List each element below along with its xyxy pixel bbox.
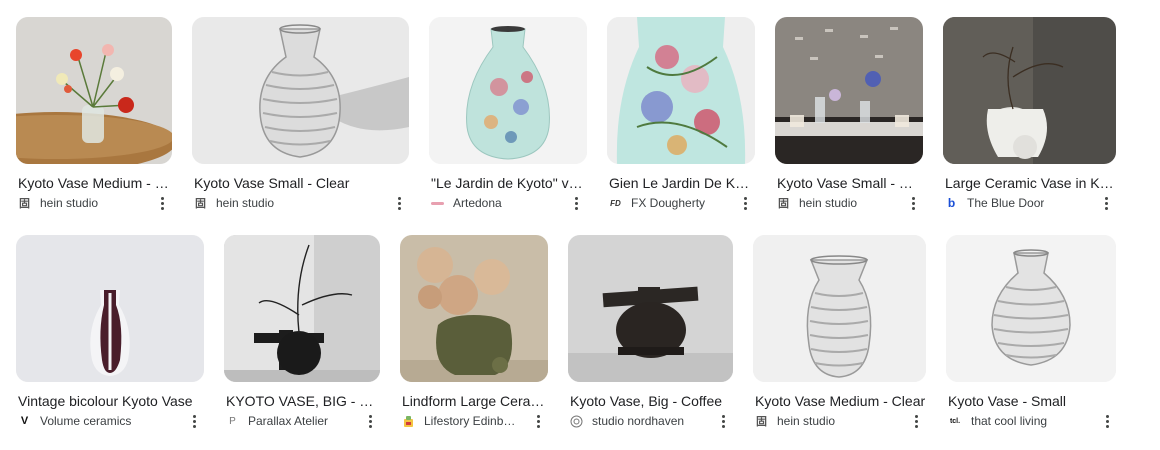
result-title[interactable]: Lindform Large Ceramic Kyoto Vase — [402, 392, 548, 410]
result-image-11[interactable] — [753, 235, 926, 382]
result-source-row: 固 hein studio — [18, 195, 158, 211]
more-options-button[interactable] — [391, 195, 407, 211]
more-options-button[interactable] — [908, 413, 924, 429]
result-title[interactable]: KYOTO VASE, BIG - Black — [226, 392, 380, 410]
result-source-row: 固 hein studio — [777, 195, 907, 211]
result-image-2[interactable] — [192, 17, 409, 164]
result-source[interactable]: The Blue Door — [967, 196, 1044, 210]
result-source-row: Artedona — [431, 195, 571, 211]
result-image-7[interactable] — [16, 235, 204, 382]
hein-studio-icon: 固 — [19, 198, 30, 210]
result-source-row: tcl. that cool living — [948, 413, 1098, 429]
result-source-row: FD FX Dougherty — [609, 195, 739, 211]
result-title[interactable]: Kyoto Vase, Big - Coffee — [570, 392, 733, 410]
lifestory-icon — [402, 415, 415, 428]
blue-door-icon: b — [947, 196, 956, 210]
small-glass-vase-image — [946, 235, 1116, 382]
glass-vase-image — [192, 17, 409, 164]
artedona-icon — [431, 197, 444, 210]
result-source-row: 固 hein studio — [755, 413, 905, 429]
black-vase-image — [224, 235, 380, 382]
result-title[interactable]: Kyoto Vase Small - Clear — [777, 174, 923, 192]
that-cool-living-icon: tcl. — [949, 417, 961, 425]
result-title[interactable]: Gien Le Jardin De Kyoto Vase — [609, 174, 755, 192]
parallax-atelier-icon: P — [229, 415, 236, 427]
more-options-button[interactable] — [568, 195, 584, 211]
studio-nordhaven-icon — [570, 415, 583, 428]
hein-studio-icon: 固 — [756, 416, 767, 428]
result-image-8[interactable] — [224, 235, 380, 382]
result-title[interactable]: Kyoto Vase Medium - Clear — [18, 174, 172, 192]
result-image-9[interactable] — [400, 235, 548, 382]
more-options-button[interactable] — [186, 413, 202, 429]
result-source[interactable]: that cool living — [971, 414, 1047, 428]
result-title[interactable]: "Le Jardin de Kyoto" vase — [431, 174, 587, 192]
coffee-vase-image — [568, 235, 733, 382]
more-options-button[interactable] — [154, 195, 170, 211]
result-image-4[interactable] — [607, 17, 755, 164]
hein-studio-icon: 固 — [195, 198, 206, 210]
tall-glass-vase-image — [753, 235, 926, 382]
result-source[interactable]: Parallax Atelier — [248, 414, 328, 428]
result-source-row: Lifestory Edinburgh — [402, 413, 522, 429]
more-options-button[interactable] — [715, 413, 731, 429]
result-source[interactable]: hein studio — [40, 196, 98, 210]
result-source[interactable]: FX Dougherty — [631, 196, 705, 210]
poppies-vase-image — [16, 17, 172, 164]
fx-dougherty-icon: FD — [610, 198, 621, 208]
result-image-3[interactable] — [429, 17, 587, 164]
dried-hydrangea-vase-image — [400, 235, 548, 382]
more-options-button[interactable] — [1098, 195, 1114, 211]
more-options-button[interactable] — [362, 413, 378, 429]
result-source-row: V Volume ceramics — [18, 413, 188, 429]
result-source[interactable]: hein studio — [216, 196, 274, 210]
result-title[interactable]: Vintage bicolour Kyoto Vase — [18, 392, 204, 410]
result-source-row: b The Blue Door — [945, 195, 1095, 211]
result-source[interactable]: studio nordhaven — [592, 414, 684, 428]
volume-ceramics-icon: V — [20, 415, 29, 427]
result-title[interactable]: Kyoto Vase - Small — [948, 392, 1116, 410]
painted-vase-image — [429, 17, 587, 164]
result-source[interactable]: hein studio — [799, 196, 857, 210]
result-source[interactable]: Lifestory Edinburgh — [424, 414, 522, 428]
result-source-row: P Parallax Atelier — [226, 413, 361, 429]
result-image-1[interactable] — [16, 17, 172, 164]
result-source-row: studio nordhaven — [570, 413, 715, 429]
floral-vase-closeup-image — [607, 17, 755, 164]
result-title[interactable]: Kyoto Vase Medium - Clear — [755, 392, 926, 410]
hein-studio-icon: 固 — [778, 198, 789, 210]
result-source[interactable]: Artedona — [453, 196, 502, 210]
more-options-button[interactable] — [530, 413, 546, 429]
result-image-10[interactable] — [568, 235, 733, 382]
result-image-12[interactable] — [946, 235, 1116, 382]
more-options-button[interactable] — [1099, 413, 1115, 429]
result-source-row: 固 hein studio — [194, 195, 384, 211]
table-setting-image — [775, 17, 923, 164]
result-title[interactable]: Kyoto Vase Small - Clear — [194, 174, 399, 192]
bicolour-vase-image — [16, 235, 204, 382]
more-options-button[interactable] — [905, 195, 921, 211]
result-image-5[interactable] — [775, 17, 923, 164]
result-image-6[interactable] — [943, 17, 1116, 164]
white-ceramic-vase-image — [943, 17, 1116, 164]
more-options-button[interactable] — [737, 195, 753, 211]
result-source[interactable]: hein studio — [777, 414, 835, 428]
result-source[interactable]: Volume ceramics — [40, 414, 131, 428]
result-title[interactable]: Large Ceramic Vase in Kyoto White — [945, 174, 1116, 192]
